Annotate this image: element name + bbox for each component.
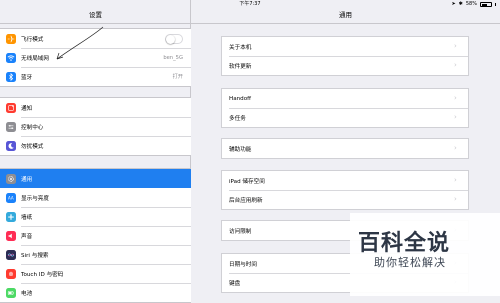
chevron-right-icon: › [454,113,457,121]
watermark-logo: 百科全说 助你轻松解决 [350,213,500,296]
settings-row-label: 辅助功能 [229,146,252,153]
sidebar-item-value: 打开 [172,74,183,80]
wifi-icon [6,52,16,63]
sidebar-item-label: 通用 [21,176,33,183]
watermark-subtitle: 助你轻松解决 [374,256,446,269]
sidebar-item-gear[interactable]: 通用 [0,169,191,188]
sidebar-group-notifications: 通知控制中心勿扰模式 [0,97,191,156]
watermark-title: 百科全说 [358,231,451,256]
chevron-right-icon: › [454,61,457,69]
detail-group-storage: iPad 储存空间 › 后台应用刷新 › [221,170,469,210]
sidebar-item-fingerprint[interactable]: Touch ID 与密码 [0,264,191,283]
sidebar-item-notifications[interactable]: 通知 [0,98,191,117]
siri-icon [6,249,16,260]
chevron-right-icon: › [454,94,457,102]
sidebar-item-battery[interactable]: 电池 [0,283,191,302]
wallpaper-icon [6,211,16,222]
settings-row-3-1[interactable]: 后台应用刷新 › [222,190,468,209]
sidebar-item-label: Touch ID 与密码 [21,271,64,278]
sidebar-title: 设置 [89,11,102,19]
sidebar-item-label: 蓝牙 [21,74,33,81]
sidebar-item-label: 声音 [21,233,33,240]
settings-sidebar: 设置 飞行模式 无线局域网 ben_5G 蓝牙 打开 通知 控制中心 勿扰模式 通用 AA 显示… [0,0,191,303]
annotation-arrow [56,26,104,60]
sidebar-item-label: 电池 [21,290,33,297]
bluetooth-icon [6,71,16,82]
settings-row-label: 软件更新 [229,63,252,70]
settings-row-2-0[interactable]: 辅助功能 › [222,139,468,158]
settings-row-handoff[interactable]: Handoff › [222,89,468,108]
svg-text:AA: AA [8,195,14,200]
sidebar-item-sound[interactable]: 声音 [0,226,191,245]
settings-row-ipad[interactable]: iPad 储存空间 › [222,171,468,190]
notifications-icon [6,102,16,113]
settings-row-label: 后台应用刷新 [229,197,263,204]
settings-row-1-1[interactable]: 多任务 › [222,108,468,127]
sidebar-item-label: 勿扰模式 [21,143,44,150]
fingerprint-icon [6,268,16,279]
sidebar-item-label: 墙纸 [21,214,33,221]
chevron-right-icon: › [454,144,457,152]
display-icon: AA [6,192,16,203]
detail-title: 通用 [339,11,352,19]
settings-row-label: 关于本机 [229,44,252,51]
settings-row-0-0[interactable]: 关于本机 › [222,37,468,56]
sidebar-item-label: 控制中心 [21,124,44,131]
settings-row-0-1[interactable]: 软件更新 › [222,56,468,75]
chevron-right-icon: › [454,195,457,203]
sidebar-item-bluetooth[interactable]: 蓝牙 打开 [0,67,191,86]
settings-row-label: iPad 储存空间 [229,178,265,185]
sidebar-item-label: Siri 与搜索 [21,252,49,259]
gear-icon [6,173,16,184]
sidebar-item-siri[interactable]: Siri 与搜索 [0,245,191,264]
sound-icon [6,230,16,241]
sidebar-item-label: 显示与亮度 [21,195,49,202]
chevron-right-icon: › [454,42,457,50]
moon-icon [6,140,16,151]
sidebar-item-label: 通知 [21,105,33,112]
sidebar-item-wallpaper[interactable]: 墙纸 [0,207,191,226]
sidebar-item-value: ben_5G [163,54,183,61]
settings-row-label: Handoff [229,95,252,102]
chevron-right-icon: › [454,176,457,184]
battery-icon [6,287,16,298]
sidebar-item-display[interactable]: AA 显示与亮度 [0,188,191,207]
detail-group-about: 关于本机 › 软件更新 › [221,36,469,76]
sidebar-item-moon[interactable]: 勿扰模式 [0,136,191,155]
airplane-icon [6,33,16,44]
detail-group-accessibility: 辅助功能 › [221,138,469,159]
sidebar-group-system: 通用 AA 显示与亮度墙纸声音 Siri 与搜索 Touch ID 与密码 电池 [0,168,191,303]
detail-group-handoff: Handoff › 多任务 › [221,88,469,128]
settings-row-label: 多任务 [229,115,246,122]
control-center-icon [6,121,16,132]
airplane-mode-toggle[interactable] [165,33,183,44]
sidebar-item-control-center[interactable]: 控制中心 [0,117,191,136]
